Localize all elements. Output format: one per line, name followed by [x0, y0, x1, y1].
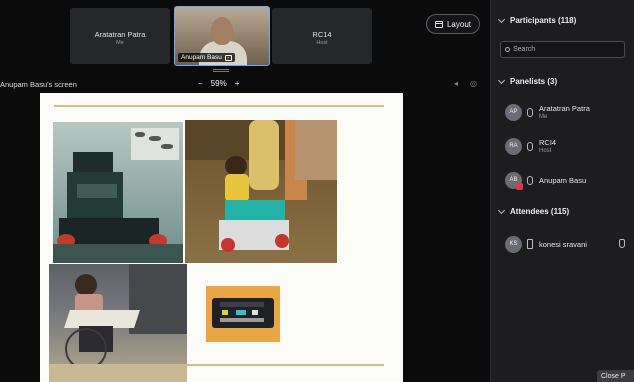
participants-header[interactable]: Participants (118) — [497, 15, 577, 25]
panelists-title: Panelists (3) — [510, 77, 558, 86]
video-tile-rc14[interactable]: RC14 Host — [272, 8, 372, 64]
panelist-row[interactable]: AB Anupam Basu — [505, 171, 627, 193]
mic-icon[interactable] — [527, 176, 533, 185]
photo-mobility-device — [53, 122, 183, 263]
mic-icon[interactable] — [527, 108, 533, 117]
photo-child-wheelchair — [49, 264, 187, 382]
avatar: KS — [505, 236, 522, 253]
video-tile-anupam[interactable]: Anupam Basu ▪ — [174, 6, 270, 66]
zoom-out-button[interactable]: − — [198, 79, 203, 88]
panelist-role: Host — [539, 148, 552, 154]
photo-child-on-cart — [185, 120, 337, 263]
recording-icon — [516, 183, 523, 190]
share-title: Anupam Basu's screen — [0, 80, 77, 89]
close-participants-button[interactable]: Close P — [597, 370, 634, 382]
share-toolbar: ◂ ◎ — [454, 79, 477, 88]
zoom-level: 59% — [210, 79, 227, 88]
participants-title: Participants (118) — [510, 16, 577, 25]
avatar: AP — [505, 104, 522, 121]
tile-name: RC14 — [312, 30, 332, 39]
resize-handle[interactable] — [213, 69, 229, 73]
layout-label: Layout — [446, 19, 472, 29]
tile-name: Aratatran Patra — [94, 30, 146, 39]
tile-name: Anupam Basu — [181, 54, 222, 61]
participants-panel: Participants (118) Search Panelists (3) … — [490, 0, 634, 382]
search-icon — [505, 47, 510, 52]
shared-screen-slide — [40, 93, 403, 382]
mic-icon[interactable] — [527, 142, 533, 151]
panelist-name: RCI4 — [539, 138, 557, 147]
hand-icon[interactable] — [619, 239, 625, 248]
tile-role: Host — [316, 40, 328, 46]
participant-search-input[interactable]: Search — [500, 41, 625, 58]
volume-icon[interactable]: ◂ — [454, 79, 458, 88]
panelists-header[interactable]: Panelists (3) — [497, 76, 558, 86]
panelist-name: Aratatran Patra — [539, 104, 590, 113]
chevron-down-icon — [497, 76, 506, 84]
photo-control-panel — [206, 286, 280, 342]
attendees-title: Attendees (115) — [510, 207, 570, 216]
popout-icon[interactable]: ◎ — [470, 79, 477, 88]
screen-share-icon: ▪ — [224, 54, 232, 61]
tile-label: Anupam Basu ▪ — [178, 53, 235, 62]
panelist-row[interactable]: RA RCI4 Host — [505, 137, 627, 159]
phone-icon — [527, 239, 533, 249]
camera-person-head — [211, 17, 233, 45]
zoom-in-button[interactable]: + — [235, 79, 240, 88]
panelist-name: Anupam Basu — [539, 176, 587, 185]
attendees-header[interactable]: Attendees (115) — [497, 206, 570, 216]
panelist-row[interactable]: AP Aratatran Patra Me — [505, 103, 627, 125]
tile-role: Me — [116, 40, 124, 46]
video-tile-aratatran[interactable]: Aratatran Patra Me — [70, 8, 170, 64]
search-placeholder: Search — [513, 46, 536, 53]
layout-button[interactable]: Layout — [426, 14, 480, 34]
avatar: RA — [505, 138, 522, 155]
chevron-down-icon — [497, 206, 506, 214]
attendee-row[interactable]: KS konesi sravani — [505, 235, 627, 257]
zoom-control: − 59% + — [198, 79, 239, 88]
panelist-role: Me — [539, 114, 548, 120]
attendee-name: konesi sravani — [539, 240, 587, 249]
slide-rule-top — [54, 105, 384, 107]
layout-icon — [434, 20, 443, 28]
chevron-down-icon — [497, 15, 506, 23]
